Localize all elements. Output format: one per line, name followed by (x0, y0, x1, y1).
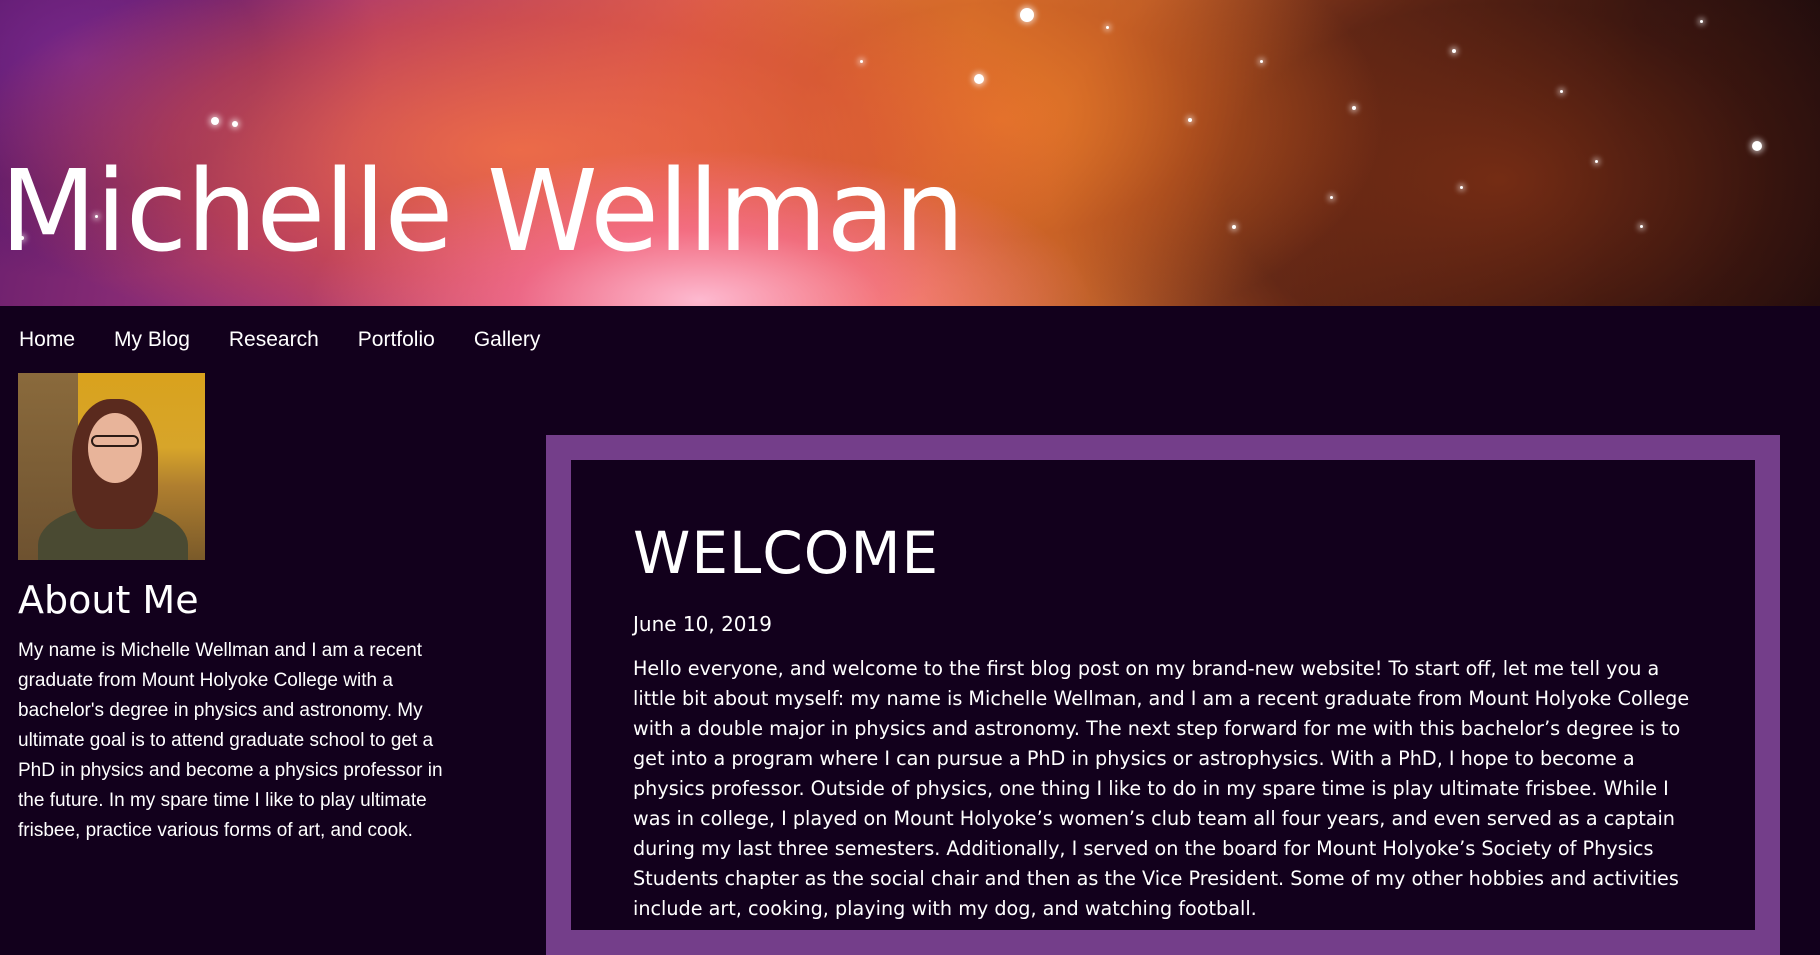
star-decoration (1020, 8, 1034, 22)
star-decoration (1460, 186, 1463, 189)
header-banner: Michelle Wellman (0, 0, 1820, 306)
about-text: My name is Michelle Wellman and I am a r… (18, 639, 443, 841)
star-decoration (1700, 20, 1703, 23)
avatar-glasses (91, 435, 139, 447)
star-decoration (1352, 106, 1356, 110)
site-title: Michelle Wellman (0, 147, 965, 277)
nav-link-portfolio[interactable]: Portfolio (339, 328, 455, 352)
blog-post-card: WELCOME June 10, 2019 Hello everyone, an… (546, 435, 1780, 955)
blog-post-content: WELCOME June 10, 2019 Hello everyone, an… (571, 460, 1755, 930)
star-decoration (1188, 118, 1192, 122)
nav-link-research[interactable]: Research (210, 328, 339, 352)
star-decoration (974, 74, 984, 84)
post-date: June 10, 2019 (633, 611, 772, 636)
post-body: Hello everyone, and welcome to the first… (633, 656, 1690, 920)
star-decoration (1560, 90, 1563, 93)
star-decoration (1595, 160, 1598, 163)
star-decoration (1452, 49, 1456, 53)
star-decoration (211, 117, 219, 125)
star-decoration (860, 60, 863, 63)
post-title: WELCOME (633, 519, 940, 587)
star-decoration (1752, 141, 1762, 151)
main-nav: Home My Blog Research Portfolio Gallery (0, 306, 560, 374)
nav-link-my-blog[interactable]: My Blog (95, 328, 210, 352)
nav-link-home[interactable]: Home (0, 328, 95, 352)
star-decoration (1330, 196, 1333, 199)
star-decoration (1232, 225, 1236, 229)
avatar-face (88, 413, 142, 483)
star-decoration (1640, 225, 1643, 228)
nav-link-gallery[interactable]: Gallery (455, 328, 561, 352)
avatar (18, 373, 205, 560)
about-heading: About Me (18, 578, 199, 622)
star-decoration (232, 121, 238, 127)
star-decoration (1106, 26, 1109, 29)
sidebar: About Me My name is Michelle Wellman and… (18, 373, 448, 846)
star-decoration (1260, 60, 1263, 63)
